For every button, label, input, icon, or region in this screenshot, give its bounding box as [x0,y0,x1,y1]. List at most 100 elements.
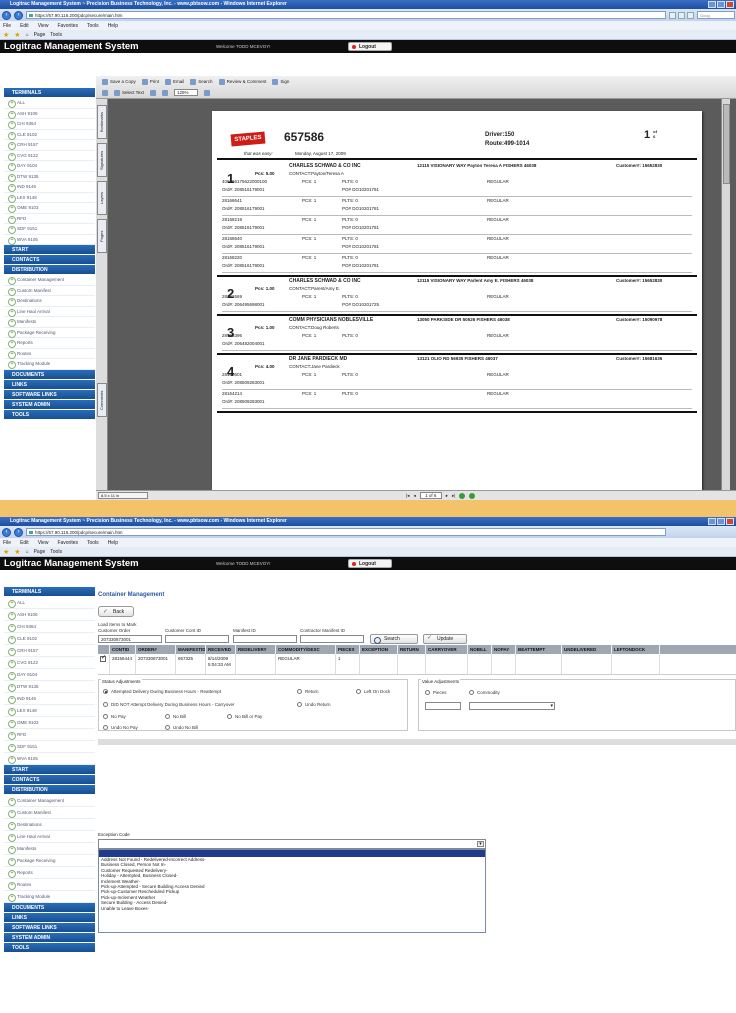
radio-dot[interactable] [103,689,108,694]
next-page-icon[interactable]: ▸ [446,493,448,499]
sidebar-item-distribution[interactable]: Manifests [4,317,95,328]
radio-undo-no-pay[interactable]: Undo No Pay [103,725,138,730]
scroll-thumb[interactable] [723,104,730,184]
nav-back-icon[interactable] [459,492,466,499]
search-button[interactable]: Search [370,634,418,644]
sidebar-item-distribution[interactable]: Container Management [4,275,95,286]
zoom-tool-button[interactable] [149,89,156,96]
prev-page-icon[interactable]: ◂ [413,493,415,499]
sidebar-documents-header[interactable]: DOCUMENTS [4,369,95,380]
back-nav-icon[interactable]: ‹ [2,10,11,20]
sidebar-terminals-header[interactable]: TERMINALS [4,587,95,597]
first-page-icon[interactable]: |◂ [406,493,409,499]
menu-edit[interactable]: Edit [20,540,29,546]
sidebar-item-terminal[interactable]: CVG 9122 [4,657,95,669]
sidebar-item-terminal[interactable]: ALL [4,597,95,609]
menu-help[interactable]: Help [108,23,118,29]
sidebar-item-distribution[interactable]: Destinations [4,819,95,831]
menu-tools[interactable]: Tools [87,540,99,546]
radio-dot[interactable] [356,689,361,694]
last-page-icon[interactable]: ▸| [452,493,455,499]
sidebar-terminals-header[interactable]: TERMINALS [4,88,95,98]
page-view-button[interactable] [161,89,168,96]
row-select-cell[interactable] [98,654,110,674]
radio-left-on-dock[interactable]: Left On Dock [356,689,390,694]
tab-comments[interactable]: Comments [97,383,107,417]
save-copy-button[interactable]: Save a Copy [102,78,136,85]
select-text-button[interactable]: Select Text [114,89,144,96]
forward-nav-icon[interactable]: › [14,10,23,20]
radio-dot[interactable] [165,725,170,730]
page-indicator-input[interactable]: 1 of 6 [419,492,442,499]
sidebar-item-distribution[interactable]: Reports [4,867,95,879]
sidebar-item-terminal[interactable]: DAY 9104 [4,161,95,172]
add-favorites-icon[interactable]: ★ [14,548,20,556]
sidebar-item-terminal[interactable]: ALL [4,98,95,109]
customer-order-input[interactable]: 207330873001 [98,635,162,643]
maximize-button[interactable] [717,1,725,8]
back-nav-icon[interactable]: ‹ [2,527,11,537]
sidebar-item-terminal[interactable]: CHI 9364 [4,621,95,633]
sidebar-item-distribution[interactable]: Container Management [4,795,95,807]
logout-button[interactable]: Logout [348,559,392,568]
sidebar-item-terminal[interactable]: DAY 9104 [4,669,95,681]
sidebar-item-terminal[interactable]: WVA 9105 [4,235,95,245]
menu-file[interactable]: File [3,540,11,546]
radio-dot[interactable] [103,725,108,730]
sidebar-item-distribution[interactable]: Destinations [4,296,95,307]
tab-layers[interactable]: Layers [97,181,107,215]
sidebar-item-distribution[interactable]: Custom Manifest [4,807,95,819]
email-button[interactable]: Email [165,78,184,85]
radio-dot[interactable] [425,690,430,695]
sidebar-start-header[interactable]: START [4,765,95,775]
sidebar-links-header[interactable]: LINKS [4,913,95,923]
home-icon[interactable]: ⌂ [26,32,29,38]
radio-commodity[interactable]: Commodity [469,690,500,695]
zoom-in-button[interactable] [203,89,210,96]
forward-nav-icon[interactable]: › [14,527,23,537]
menu-help[interactable]: Help [108,540,118,546]
contractor-manifest-id-input[interactable] [300,635,364,643]
chevron-down-icon[interactable]: ▾ [477,841,484,847]
sidebar-item-terminal[interactable]: ASH 9106 [4,109,95,119]
sidebar-item-terminal[interactable]: LEX 9148 [4,705,95,717]
sidebar-item-distribution[interactable]: Routes [4,879,95,891]
sign-button[interactable]: Sign [272,78,289,85]
menu-favorites[interactable]: Favorites [57,540,78,546]
sidebar-item-terminal[interactable]: WVA 9105 [4,753,95,765]
sidebar-item-terminal[interactable]: LEX 9148 [4,193,95,203]
sidebar-item-terminal[interactable]: SDF 9151 [4,224,95,235]
sidebar-software-links-header[interactable]: SOFTWARE LINKS [4,923,95,933]
radio-carryover[interactable]: DID NOT Attempt Delivery During Business… [103,702,234,707]
tab-signatures[interactable]: Signatures [97,143,107,177]
pdf-vertical-scrollbar[interactable] [721,99,730,490]
nav-forward-icon[interactable] [469,492,476,499]
update-button[interactable]: Update [423,634,467,644]
menu-view[interactable]: View [38,540,49,546]
sidebar-item-distribution[interactable]: Custom Manifest [4,286,95,296]
refresh-icon[interactable] [678,11,685,19]
chevron-down-icon[interactable]: ▾ [550,703,553,709]
tab-pages[interactable]: Pages [97,219,107,253]
close-button[interactable] [726,1,734,8]
radio-undo-no-bill[interactable]: Undo No Bill [165,725,198,730]
sidebar-item-terminal[interactable]: DTW 9135 [4,172,95,182]
radio-pieces[interactable]: Pieces [425,690,447,695]
sidebar-system-admin-header[interactable]: SYSTEM ADMIN [4,399,95,410]
minimize-button[interactable] [708,518,716,525]
favorites-star-icon[interactable]: ★ [3,31,9,39]
sidebar-system-admin-header[interactable]: SYSTEM ADMIN [4,933,95,943]
tab-bookmarks[interactable]: Bookmarks [97,105,107,139]
address-input[interactable]: https://67.90.116.200/pdcp/secure/main.h… [26,528,666,536]
sidebar-tools-header[interactable]: TOOLS [4,943,95,953]
zoom-level-input[interactable]: 125% [173,89,198,96]
sidebar-item-distribution[interactable]: Package Receiving [4,328,95,338]
sidebar-item-terminal[interactable]: CRH 9157 [4,645,95,657]
sidebar-item-distribution[interactable]: Routes [4,349,95,359]
sidebar-item-terminal[interactable]: RFD [4,214,95,224]
sidebar-links-header[interactable]: LINKS [4,379,95,390]
sidebar-item-terminal[interactable]: IND 9146 [4,693,95,705]
tools-menu[interactable]: Tools [50,549,62,555]
radio-dot[interactable] [103,714,108,719]
radio-no-bill-or-pay[interactable]: No Bill or Pay [227,714,262,719]
